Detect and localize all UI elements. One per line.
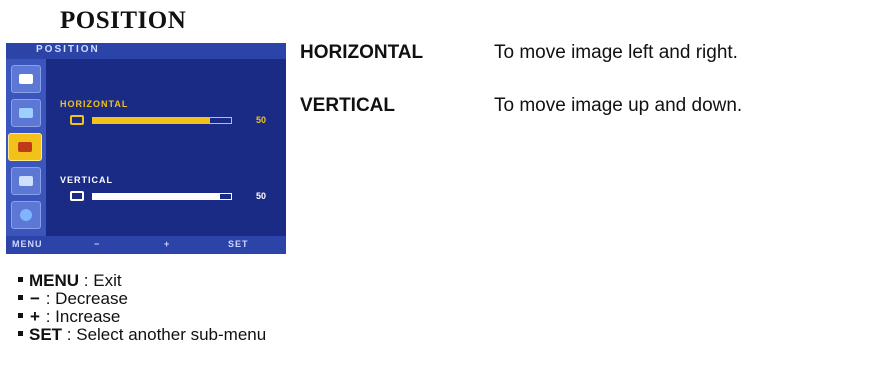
legend-item-menu: MENU : Exit	[18, 272, 266, 290]
vertical-definition: To move image up and down.	[494, 95, 743, 116]
osd-footer-plus: +	[164, 239, 171, 249]
legend-key: MENU	[29, 271, 80, 290]
vertical-term: VERTICAL	[300, 95, 395, 116]
vertical-position-icon	[70, 191, 84, 201]
osd-footer-set: SET	[228, 239, 249, 249]
tracking-icon	[11, 167, 41, 195]
osd-vertical-bar-fill	[93, 194, 220, 199]
legend-key: −	[30, 289, 40, 308]
legend-item-set: SET : Select another sub-menu	[18, 326, 266, 344]
horizontal-position-icon	[70, 115, 84, 125]
legend-text: : Exit	[79, 271, 122, 290]
bullet-icon	[18, 331, 23, 337]
position-icon	[8, 133, 42, 161]
osd-horizontal-label: HORIZONTAL	[60, 99, 129, 109]
osd-horizontal-bar	[92, 117, 232, 124]
horizontal-term: HORIZONTAL	[300, 42, 424, 63]
osd-footer: MENU − + SET	[6, 236, 286, 254]
osd-content: HORIZONTAL 50 VERTICAL 50	[46, 59, 286, 236]
page-title: POSITION	[60, 7, 187, 34]
setup-icon	[11, 201, 41, 229]
osd-horizontal-value: 50	[256, 115, 267, 125]
osd-vertical-label: VERTICAL	[60, 175, 113, 185]
osd-vertical-bar	[92, 193, 232, 200]
bullet-icon	[18, 313, 23, 319]
horizontal-definition: To move image left and right.	[494, 42, 738, 63]
osd-vertical-value: 50	[256, 191, 267, 201]
legend-text: : Select another sub-menu	[62, 325, 267, 344]
osd-horizontal-bar-fill	[93, 118, 211, 123]
legend-item-decrease: − : Decrease	[18, 290, 266, 308]
osd-footer-minus: −	[94, 239, 101, 249]
legend-key: +	[30, 307, 40, 326]
color-icon	[11, 99, 41, 127]
bullet-icon	[18, 295, 23, 301]
legend-text: : Increase	[41, 307, 121, 326]
bullet-icon	[18, 277, 23, 283]
osd-sidebar	[6, 59, 46, 236]
osd-header: POSITION	[6, 43, 286, 59]
osd-position-menu: POSITION HORIZONTAL 50 VERTICAL 50 MENU …	[6, 43, 286, 254]
legend-text: : Decrease	[41, 289, 128, 308]
picture-icon	[11, 65, 41, 93]
button-legend: MENU : Exit − : Decrease + : Increase SE…	[18, 272, 266, 344]
osd-header-title: POSITION	[36, 44, 100, 55]
legend-key: SET	[29, 325, 63, 344]
osd-footer-menu: MENU	[12, 239, 43, 249]
legend-item-increase: + : Increase	[18, 308, 266, 326]
